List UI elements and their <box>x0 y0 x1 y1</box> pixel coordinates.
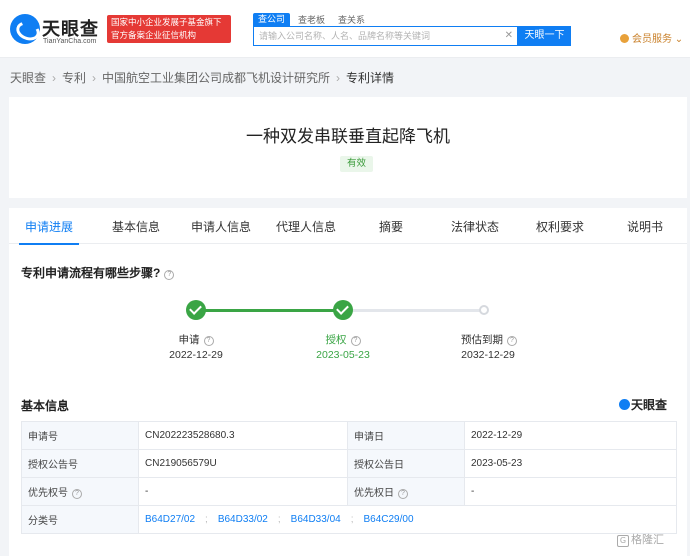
check-icon <box>333 300 353 320</box>
progress-question: 专利申请流程有哪些步骤?? <box>21 264 175 281</box>
brand-watermark: 天眼查 <box>619 396 667 413</box>
question-icon[interactable]: ? <box>507 336 517 346</box>
class-code-link[interactable]: B64D33/04 <box>291 514 341 525</box>
step-label-apply: 申请? <box>159 332 233 347</box>
question-icon[interactable]: ? <box>164 270 175 280</box>
pending-dot-icon <box>479 305 489 315</box>
search-input[interactable] <box>254 27 501 45</box>
step-date-grant: 2023-05-23 <box>316 349 370 361</box>
patent-detail-card: 申请进展 基本信息 申请人信息 代理人信息 摘要 法律状态 权利要求 说明书 专… <box>9 208 687 556</box>
breadcrumb-company[interactable]: 中国航空工业集团公司成都飞机设计研究所 <box>102 71 330 85</box>
search-box: ✕ <box>253 26 518 46</box>
grant-date: 2023-05-23 <box>464 449 677 478</box>
priority-date: - <box>464 477 677 506</box>
top-header: 天眼查 TianYanCha.com 国家中小企业发展子基金旗下 官方备案企业征… <box>0 0 690 58</box>
tab-legal-status[interactable]: 法律状态 <box>445 208 505 244</box>
chevron-down-icon: ⌄ <box>674 34 684 45</box>
table-row: 优先权号? - 优先权日? - <box>21 477 677 506</box>
timeline-done-line <box>196 309 344 312</box>
step-date-expire: 2032-12-29 <box>461 349 515 361</box>
question-icon[interactable]: ? <box>398 489 408 499</box>
basic-info-title: 基本信息 <box>21 399 70 413</box>
priority-number: - <box>138 477 348 506</box>
tab-progress[interactable]: 申请进展 <box>19 208 79 245</box>
tab-abstract[interactable]: 摘要 <box>371 208 411 244</box>
search-tab-relation[interactable]: 查关系 <box>338 13 365 26</box>
application-number: CN202223528680.3 <box>138 421 348 450</box>
close-icon[interactable]: ✕ <box>505 30 513 41</box>
question-icon[interactable]: ? <box>203 336 214 346</box>
patent-title-card: 一种双发串联垂直起降飞机 有效 <box>9 97 687 198</box>
vip-service-link[interactable]: 会员服务 ⌄ <box>620 30 683 45</box>
breadcrumb-current: 专利详情 <box>346 71 395 85</box>
search-tab-boss[interactable]: 查老板 <box>298 13 325 26</box>
class-code-link[interactable]: B64C29/00 <box>363 514 413 525</box>
page-title: 一种双发串联垂直起降飞机 <box>246 127 450 146</box>
question-icon[interactable]: ? <box>350 336 361 346</box>
class-code-link[interactable]: B64D33/02 <box>218 514 268 525</box>
grant-number: CN219056579U <box>138 449 348 478</box>
eye-logo-icon <box>619 399 630 410</box>
basic-info-table: 申请号 CN202223528680.3 申请日 2022-12-29 授权公告… <box>21 421 677 534</box>
tab-claims[interactable]: 权利要求 <box>530 208 590 244</box>
application-date: 2022-12-29 <box>464 421 677 450</box>
table-row: 申请号 CN202223528680.3 申请日 2022-12-29 <box>21 421 677 450</box>
table-row: 授权公告号 CN219056579U 授权公告日 2023-05-23 <box>21 449 677 478</box>
tab-applicant[interactable]: 申请人信息 <box>185 208 257 244</box>
search-tab-company[interactable]: 查公司 <box>253 13 291 26</box>
breadcrumb-home[interactable]: 天眼查 <box>10 71 46 85</box>
step-date-apply: 2022-12-29 <box>169 349 223 361</box>
tianyancha-logo[interactable]: 天眼查 TianYanCha.com <box>10 14 106 46</box>
timeline-pending-line <box>344 309 484 312</box>
eye-logo-icon <box>10 14 40 44</box>
step-label-grant: 授权? <box>306 332 380 347</box>
search-button[interactable]: 天眼一下 <box>518 26 571 46</box>
source-watermark: G 格隆汇 <box>617 531 664 547</box>
breadcrumb-patent[interactable]: 专利 <box>62 71 86 85</box>
logo-domain: TianYanCha.com <box>43 38 97 45</box>
tab-description[interactable]: 说明书 <box>621 208 669 244</box>
breadcrumb: 天眼查 › 专利 › 中国航空工业集团公司成都飞机设计研究所 › 专利详情 <box>10 71 395 85</box>
tab-basic-info[interactable]: 基本信息 <box>106 208 166 244</box>
step-label-expire: 预估到期? <box>447 332 531 347</box>
classification-codes: B64D27/02; B64D33/02; B64D33/04; B64C29/00 <box>138 505 677 534</box>
detail-tabs: 申请进展 基本信息 申请人信息 代理人信息 摘要 法律状态 权利要求 说明书 <box>9 208 687 245</box>
watermark-logo-icon: G <box>617 535 629 547</box>
tab-agent[interactable]: 代理人信息 <box>270 208 342 244</box>
question-icon[interactable]: ? <box>72 489 82 499</box>
table-row: 分类号 B64D27/02; B64D33/02; B64D33/04; B64C29… <box>21 505 677 534</box>
status-badge: 有效 <box>340 156 373 172</box>
gov-badge: 国家中小企业发展子基金旗下 官方备案企业征信机构 <box>107 15 231 43</box>
class-code-link[interactable]: B64D27/02 <box>145 514 195 525</box>
crown-icon <box>620 34 629 43</box>
check-icon <box>186 300 206 320</box>
